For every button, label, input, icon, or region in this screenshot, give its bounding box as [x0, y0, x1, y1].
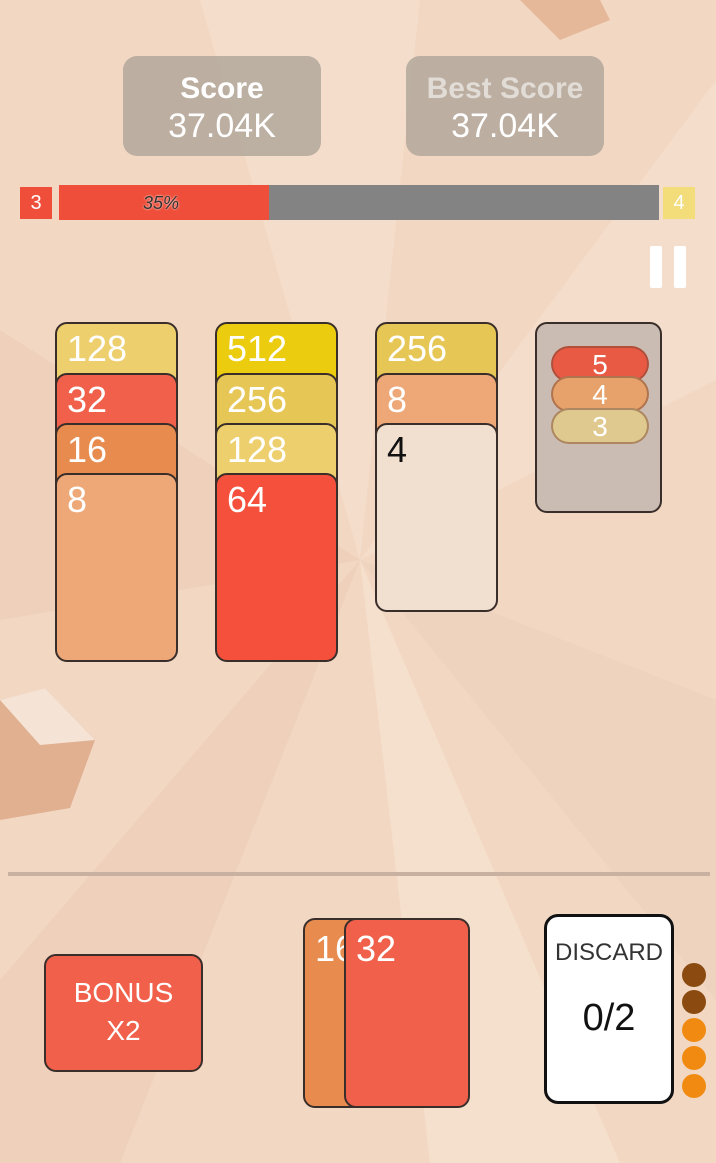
upcoming-card-pill: 4 [551, 376, 649, 412]
bonus-label: BONUS [73, 977, 174, 1008]
discard-button[interactable]: DISCARD 0/2 [544, 914, 674, 1104]
upcoming-card-pill: 3 [551, 408, 649, 444]
score-label: Score [180, 72, 264, 105]
discard-label: DISCARD [554, 939, 663, 966]
pause-button[interactable] [650, 246, 690, 288]
discard-count: 0/2 [582, 997, 636, 1039]
discard-indicator-dot [682, 1074, 706, 1098]
bonus-x2-button[interactable]: BONUS X2 [44, 954, 203, 1072]
level-progress-bar: 35% [59, 185, 659, 220]
score-panel: Score 37.04K [123, 56, 321, 156]
hand-card-current[interactable]: 32 [344, 918, 470, 1108]
discard-indicator-dot [682, 1046, 706, 1070]
column-2[interactable]: 512 256 128 64 [215, 322, 342, 662]
column-3[interactable]: 256 8 4 [375, 322, 502, 662]
discard-indicator-dot [682, 1018, 706, 1042]
upcoming-cards-panel: 5 4 3 [535, 322, 662, 513]
column-card: 4 [375, 423, 498, 612]
column-card: 8 [55, 473, 178, 662]
next-level-badge: 4 [663, 187, 695, 219]
column-1[interactable]: 128 32 16 8 [55, 322, 182, 662]
best-score-panel: Best Score 37.04K [406, 56, 604, 156]
score-value: 37.04K [168, 107, 276, 145]
discard-indicator-dot [682, 990, 706, 1014]
current-level-badge: 3 [20, 187, 52, 219]
level-progress-text: 35% [143, 193, 180, 213]
divider [8, 872, 710, 876]
best-score-value: 37.04K [451, 107, 559, 145]
bonus-multiplier: X2 [106, 1015, 141, 1046]
discard-indicator-dot [682, 963, 706, 987]
column-card: 64 [215, 473, 338, 662]
best-score-label: Best Score [426, 72, 584, 105]
